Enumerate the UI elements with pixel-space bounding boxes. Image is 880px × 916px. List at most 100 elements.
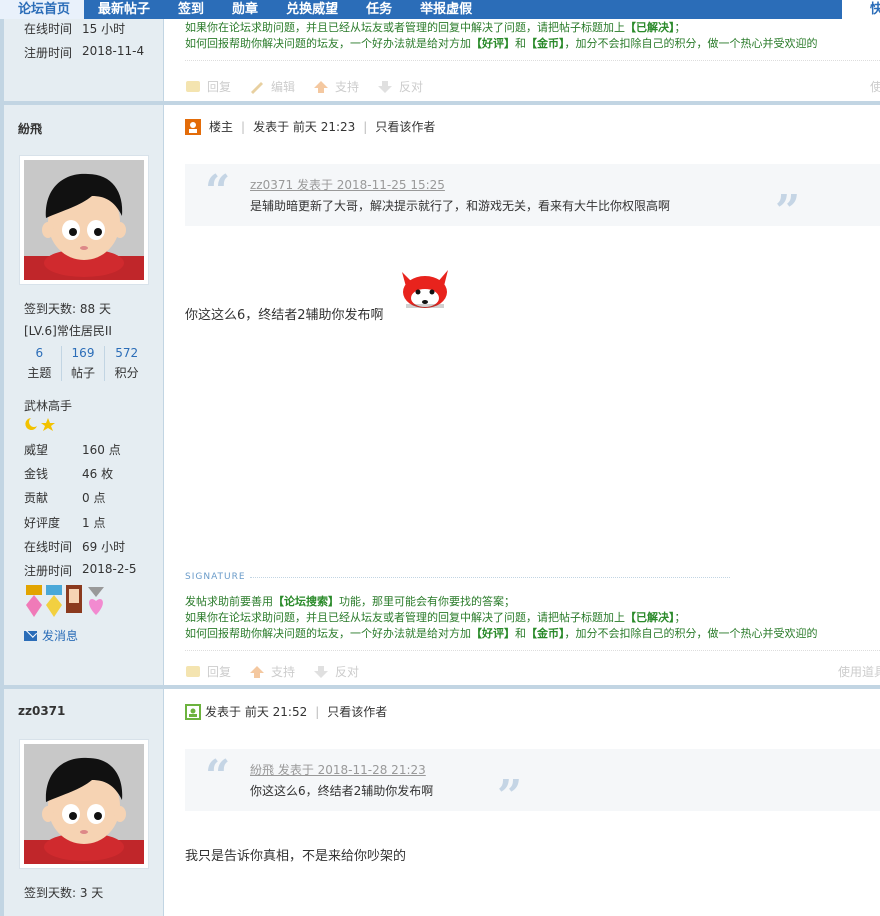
reply-icon: [185, 80, 201, 94]
signature: 发帖求助前要善用【论坛搜索】功能，那里可能会有你要找的答案； 如果你在论坛求助问…: [185, 594, 880, 642]
avatar[interactable]: [19, 155, 149, 285]
reply-button[interactable]: 回复: [185, 663, 231, 680]
arrow-down-icon: [313, 665, 329, 679]
user-title: 武林高手: [24, 399, 73, 413]
support-button[interactable]: 支持: [249, 663, 295, 680]
nav-exchange[interactable]: 兑换威望: [272, 0, 352, 19]
quote-block: “ zz0371 发表于 2018-11-25 15:25 是辅助暗更新了大哥，…: [185, 164, 880, 234]
nav-medals[interactable]: 勋章: [218, 0, 272, 19]
arrow-down-icon: [377, 80, 393, 94]
reply-icon: [185, 665, 201, 679]
prop-label: 在线时间: [24, 22, 73, 36]
oppose-label: 反对: [399, 80, 424, 94]
stat-value: 572: [115, 346, 139, 360]
prop-label: 金钱: [24, 467, 49, 481]
quote-source-link[interactable]: zz0371 发表于 2018-11-25 15:25: [250, 176, 445, 193]
open-quote-icon: “: [205, 166, 231, 217]
prop-row: 贡献 0 点: [24, 489, 105, 506]
post1-meta: 楼主 | 发表于 前天 21:23 | 只看该作者: [185, 118, 435, 135]
stat-points[interactable]: 572 积分: [105, 346, 148, 381]
oppose-label: 反对: [335, 665, 360, 679]
quote-text: 你这这么6，终结者2辅助你发布啊: [250, 784, 434, 798]
nav-checkin[interactable]: 签到: [164, 0, 218, 19]
sig-text: 功能，那里可能会有你要找的答案；: [339, 595, 515, 608]
top-nav: 论坛首页 最新帖子 签到 勋章 兑换威望 任务 举报虚假 快: [0, 0, 880, 19]
support-label: 支持: [271, 665, 296, 679]
prop-label: 注册时间: [24, 46, 73, 60]
user-level[interactable]: [LV.6]常住居民II: [24, 322, 112, 339]
prop-row: 金钱 46 枚: [24, 465, 113, 482]
arrow-up-icon: [313, 80, 329, 94]
signature-label: SIGNATURE: [185, 572, 246, 582]
stat-value: 169: [71, 346, 95, 360]
user-info-icon: [185, 703, 201, 720]
oppose-button[interactable]: 反对: [377, 78, 423, 95]
prop-value: 1 点: [82, 516, 106, 530]
prop-value: 46 枚: [82, 467, 114, 481]
edit-label: 编辑: [271, 80, 296, 94]
only-author-link[interactable]: 只看该作者: [375, 118, 435, 135]
reply-label: 回复: [207, 80, 232, 94]
support-button[interactable]: 支持: [313, 78, 359, 95]
prop-label: 注册时间: [24, 564, 73, 578]
prev-signature: 如果你在论坛求助问题，并且已经从坛友或者管理的回复中解决了问题，请把帖子标题加上…: [185, 20, 880, 52]
post-time: 发表于 前天 21:23: [253, 120, 356, 134]
nav-tasks[interactable]: 任务: [352, 0, 406, 19]
close-quote-icon: ”: [497, 771, 523, 822]
oppose-button[interactable]: 反对: [313, 663, 359, 680]
prop-value: 160 点: [82, 443, 121, 457]
reply-label: 回复: [207, 665, 232, 679]
op-label: 楼主: [209, 120, 234, 134]
author-name[interactable]: 紛飛: [18, 120, 42, 137]
prop-value: 2018-11-4: [82, 44, 145, 58]
quote-source-link[interactable]: 紛飛 发表于 2018-11-28 21:23: [250, 761, 426, 778]
far-action[interactable]: 使: [870, 78, 880, 95]
nav-report[interactable]: 举报虚假: [406, 0, 486, 19]
nav-quick[interactable]: 快: [842, 0, 880, 19]
medals[interactable]: [24, 583, 104, 619]
prop-value: 69 小时: [82, 540, 126, 554]
envelope-icon: [24, 630, 37, 641]
sig-text: 如果你在论坛求助问题，并且已经从坛友或者管理的回复中解决了问题，请把帖子标题加上: [185, 21, 625, 34]
sig-text: ，加分不会扣除自己的积分，做一个热心并受欢迎的: [564, 627, 818, 640]
nav-latest[interactable]: 最新帖子: [84, 0, 164, 19]
use-prop-link[interactable]: 使用道具: [838, 663, 880, 680]
sig-text: ；: [674, 611, 686, 624]
nav-home[interactable]: 论坛首页: [0, 0, 85, 19]
sig-highlight: 【金币】: [526, 37, 565, 50]
reply-button[interactable]: 回复: [185, 78, 231, 95]
fox-emoticon-icon: [398, 264, 452, 315]
send-message-label: 发消息: [42, 629, 79, 643]
stat-posts[interactable]: 169 帖子: [62, 346, 106, 381]
prop-row: 在线时间 69 小时: [24, 538, 125, 555]
post-message: 我只是告诉你真相，不是来给你吵架的: [185, 845, 406, 864]
post2-meta: 发表于 前天 21:52 | 只看该作者: [185, 703, 387, 720]
post1-actions: 回复 支持 反对: [185, 663, 377, 680]
prev-online-row: 在线时间 15 小时: [24, 20, 125, 37]
prop-label: 贡献: [24, 491, 49, 505]
edit-button[interactable]: 编辑: [249, 78, 295, 95]
signature-rule: [250, 577, 730, 578]
stat-threads[interactable]: 6 主题: [18, 346, 62, 381]
post-time: 发表于 前天 21:52: [205, 705, 308, 719]
only-author-link[interactable]: 只看该作者: [327, 703, 387, 720]
sig-divider: [185, 650, 880, 651]
user-stats: 6 主题 169 帖子 572 积分: [18, 346, 148, 381]
send-message-link[interactable]: 发消息: [24, 627, 78, 644]
author-name[interactable]: zz0371: [18, 704, 65, 718]
prev-reg-row: 注册时间 2018-11-4: [24, 44, 144, 61]
message-text: 你这这么6，终结者2辅助你发布啊: [185, 308, 384, 323]
prop-value: 2018-2-5: [82, 562, 137, 576]
rank-stars: [24, 417, 58, 434]
checkin-days: 签到天数: 3 天: [24, 886, 104, 900]
avatar[interactable]: [19, 739, 149, 869]
quote-text: 是辅助暗更新了大哥，解决提示就行了，和游戏无关，看来有大牛比你权限高啊: [250, 199, 671, 213]
prop-row: 威望 160 点: [24, 441, 121, 458]
stat-value: 6: [35, 346, 44, 360]
prop-row: 注册时间 2018-2-5: [24, 562, 136, 579]
medal-icons: [26, 585, 104, 617]
message-text: 我只是告诉你真相，不是来给你吵架的: [185, 849, 407, 864]
support-label: 支持: [335, 80, 360, 94]
stat-label: 积分: [114, 366, 139, 380]
prev-sig-divider: [185, 60, 880, 61]
